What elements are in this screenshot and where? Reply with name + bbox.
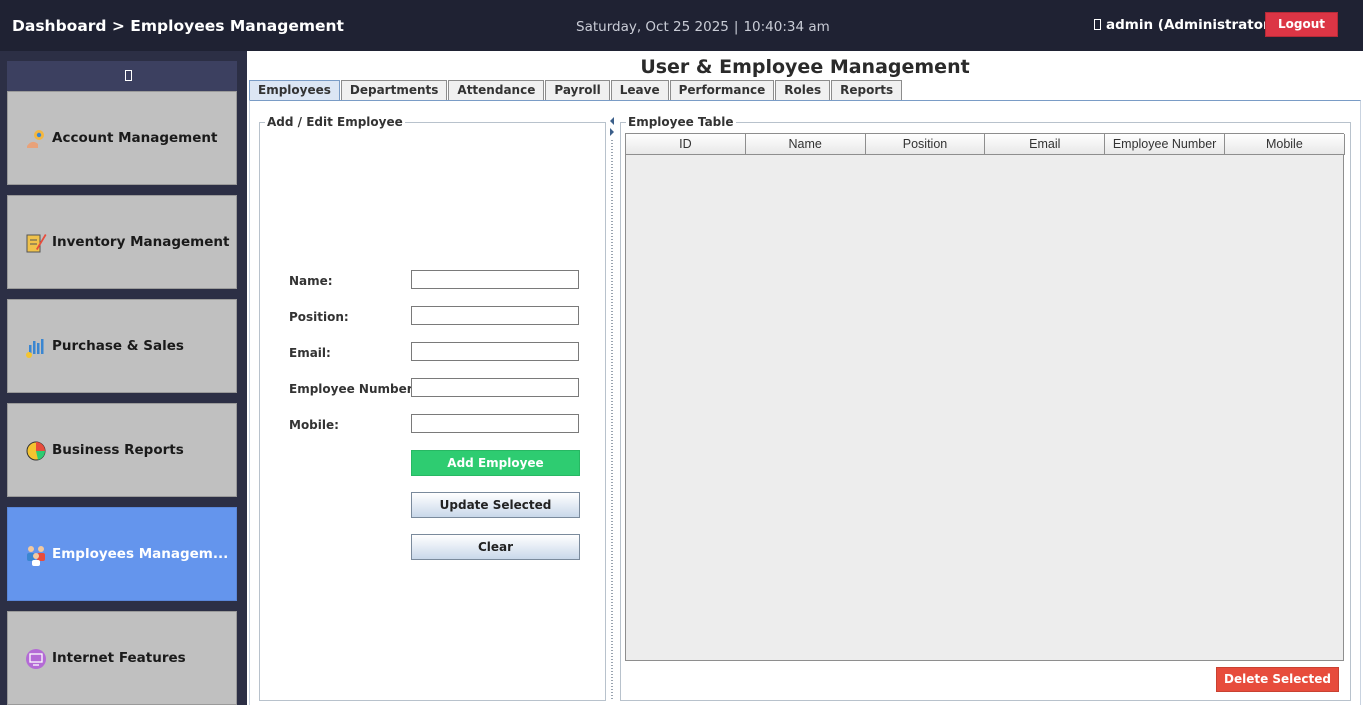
table-panel-title: Employee Table bbox=[626, 115, 736, 129]
position-label: Position: bbox=[289, 310, 349, 324]
employee-number-label: Employee Number: bbox=[289, 382, 418, 396]
tab-reports[interactable]: Reports bbox=[831, 80, 903, 100]
column-header-position[interactable]: Position bbox=[865, 134, 986, 155]
sidebar-item-purchase-sales[interactable]: Purchase & Sales bbox=[7, 299, 237, 393]
collapse-left-icon[interactable] bbox=[610, 117, 614, 125]
sidebar-item-label: Employees Managem... bbox=[52, 546, 229, 562]
sidebar-toggle-button[interactable] bbox=[7, 61, 237, 92]
column-header-employee-number[interactable]: Employee Number bbox=[1105, 134, 1225, 155]
name-label: Name: bbox=[289, 274, 333, 288]
breadcrumb: Dashboard > Employees Management bbox=[12, 17, 344, 35]
name-field[interactable] bbox=[411, 270, 579, 289]
employee-table-panel: Employee Table ID Name Position Email Em… bbox=[620, 115, 1351, 701]
sidebar-item-employees-management[interactable]: Employees Managem... bbox=[7, 507, 237, 601]
sidebar-item-internet-features[interactable]: Internet Features bbox=[7, 611, 237, 705]
split-pane-divider[interactable] bbox=[607, 114, 617, 704]
email-field[interactable] bbox=[411, 342, 579, 361]
top-bar: Dashboard > Employees Management Saturda… bbox=[0, 0, 1363, 51]
sidebar-item-label: Internet Features bbox=[52, 650, 186, 666]
tab-departments[interactable]: Departments bbox=[340, 80, 448, 100]
account-icon bbox=[27, 130, 44, 148]
sidebar-item-business-reports[interactable]: Business Reports bbox=[7, 403, 237, 497]
sidebar: Account Management Inventory Management … bbox=[0, 51, 247, 705]
user-info: admin (Administrator) bbox=[1094, 17, 1276, 33]
date-time-separator: | bbox=[733, 19, 739, 35]
collapse-right-icon[interactable] bbox=[610, 128, 614, 136]
employee-form-panel: Add / Edit Employee Name: Position: Emai… bbox=[259, 115, 606, 701]
page-title: User & Employee Management bbox=[640, 56, 970, 78]
tab-leave[interactable]: Leave bbox=[610, 80, 669, 100]
sidebar-item-label: Purchase & Sales bbox=[52, 338, 184, 354]
sidebar-item-inventory-management[interactable]: Inventory Management bbox=[7, 195, 237, 289]
sidebar-item-label: Account Management bbox=[52, 130, 218, 146]
user-name: admin (Administrator) bbox=[1106, 17, 1276, 33]
logout-button[interactable]: Logout bbox=[1265, 12, 1338, 37]
user-icon bbox=[1094, 19, 1101, 30]
tab-roles[interactable]: Roles bbox=[775, 80, 831, 100]
inventory-icon bbox=[26, 234, 47, 253]
time-text: 10:40:34 am bbox=[743, 19, 830, 35]
delete-selected-button[interactable]: Delete Selected bbox=[1216, 667, 1339, 692]
column-header-name[interactable]: Name bbox=[745, 134, 866, 155]
tab-bar: Employees Departments Attendance Payroll… bbox=[249, 80, 903, 100]
table-header: ID Name Position Email Employee Number M… bbox=[626, 134, 1345, 155]
clear-button[interactable]: Clear bbox=[411, 534, 580, 560]
sidebar-item-label: Business Reports bbox=[52, 442, 184, 458]
column-header-email[interactable]: Email bbox=[985, 134, 1106, 155]
sidebar-item-account-management[interactable]: Account Management bbox=[7, 91, 237, 185]
tab-employees[interactable]: Employees bbox=[249, 80, 340, 100]
add-employee-button[interactable]: Add Employee bbox=[411, 450, 580, 476]
tab-performance[interactable]: Performance bbox=[669, 80, 775, 100]
employee-number-field[interactable] bbox=[411, 378, 579, 397]
update-selected-button[interactable]: Update Selected bbox=[411, 492, 580, 518]
tab-attendance[interactable]: Attendance bbox=[448, 80, 545, 100]
position-field[interactable] bbox=[411, 306, 579, 325]
menu-icon bbox=[125, 70, 132, 81]
date-time: Saturday, Oct 25 2025 | 10:40:34 am bbox=[576, 19, 830, 35]
reports-icon bbox=[26, 441, 46, 461]
column-header-id[interactable]: ID bbox=[626, 134, 746, 155]
form-panel-title: Add / Edit Employee bbox=[265, 115, 405, 129]
date-text: Saturday, Oct 25 2025 bbox=[576, 19, 729, 35]
employee-table[interactable]: ID Name Position Email Employee Number M… bbox=[625, 133, 1345, 661]
employees-icon bbox=[27, 546, 45, 566]
tab-payroll[interactable]: Payroll bbox=[545, 80, 610, 100]
main-content: User & Employee Management Employees Dep… bbox=[247, 51, 1363, 705]
column-header-mobile[interactable]: Mobile bbox=[1224, 134, 1345, 155]
internet-icon bbox=[26, 649, 46, 669]
divider-grip[interactable] bbox=[611, 140, 613, 700]
mobile-label: Mobile: bbox=[289, 418, 339, 432]
sidebar-item-label: Inventory Management bbox=[52, 234, 230, 250]
mobile-field[interactable] bbox=[411, 414, 579, 433]
email-label: Email: bbox=[289, 346, 331, 360]
purchase-sales-icon bbox=[26, 339, 44, 358]
